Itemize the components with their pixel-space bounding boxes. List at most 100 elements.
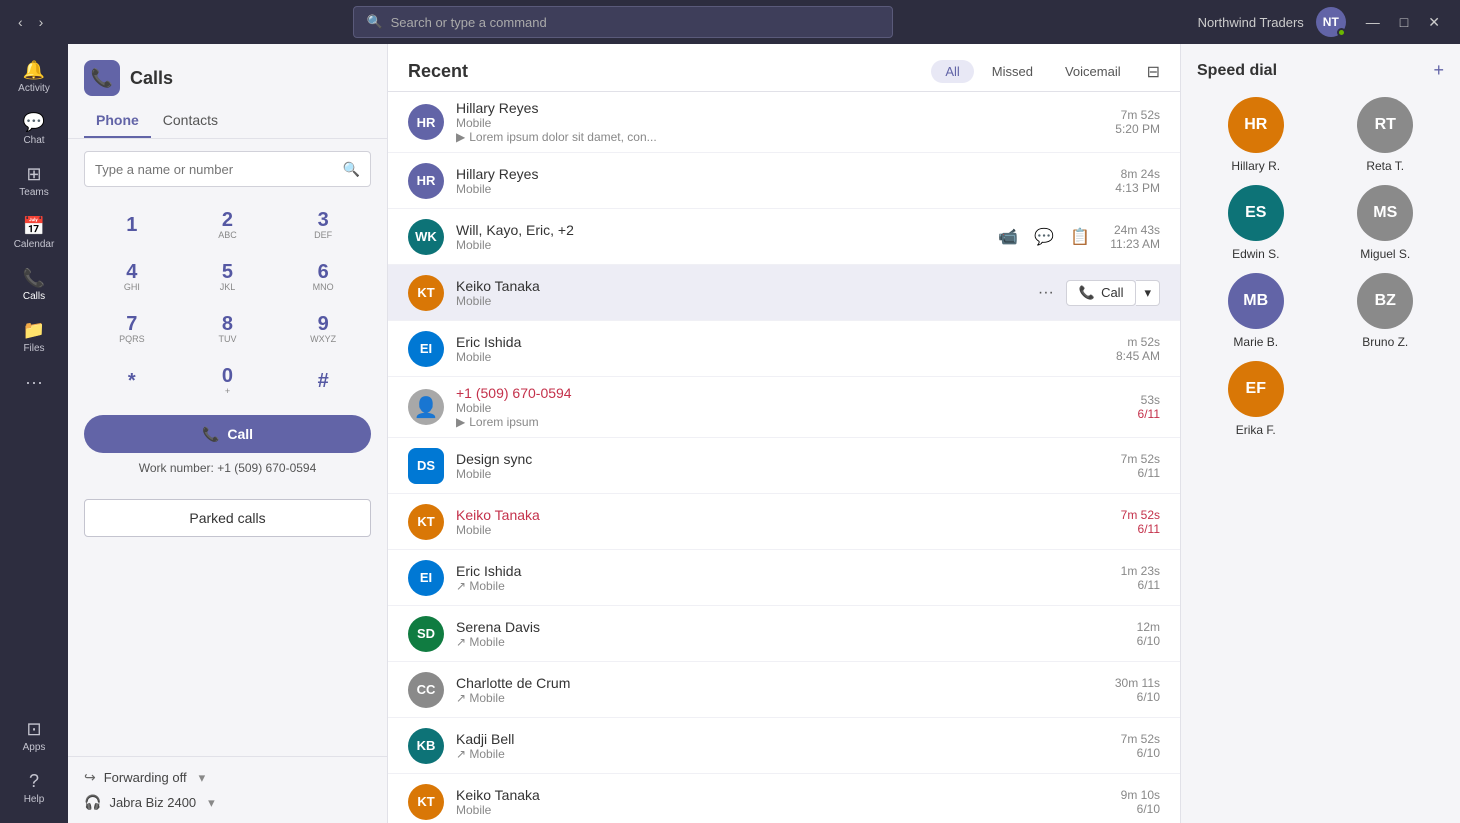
filter-missed[interactable]: Missed	[978, 60, 1047, 83]
filter-icon[interactable]: ⊟	[1147, 62, 1160, 82]
call-sub: Mobile	[456, 182, 1107, 196]
speed-dial-item-reta[interactable]: RT Reta T.	[1327, 97, 1445, 173]
call-row[interactable]: HR Hillary Reyes Mobile ▶ Lorem ipsum do…	[388, 92, 1180, 153]
dial-key-4[interactable]: 4GHI	[84, 251, 180, 303]
forwarding-row[interactable]: ↪ Forwarding off ▾	[84, 769, 371, 786]
filter-voicemail[interactable]: Voicemail	[1051, 60, 1135, 83]
voicemail-call-button[interactable]: 📋	[1066, 223, 1094, 251]
call-action-button[interactable]: 📞 Call	[1066, 280, 1137, 306]
call-row[interactable]: 👤 +1 (509) 670-0594 Mobile ▶ Lorem ipsum…	[388, 377, 1180, 438]
call-row[interactable]: KT Keiko Tanaka Mobile 9m 10s 6/10	[388, 774, 1180, 823]
speed-dial-title: Speed dial	[1197, 62, 1277, 80]
speed-dial-item-marie[interactable]: MB Marie B.	[1197, 273, 1315, 349]
minimize-button[interactable]: —	[1358, 12, 1388, 33]
avatar-kadji: KB	[408, 728, 444, 764]
dial-key-5[interactable]: 5JKL	[180, 251, 276, 303]
call-sub: Mobile	[456, 523, 1113, 537]
sidebar-item-teams[interactable]: ⊞ Teams	[4, 156, 64, 206]
sidebar-item-more[interactable]: ···	[4, 364, 64, 401]
call-duration: 12m	[1137, 620, 1160, 634]
call-preview-row: ▶ Lorem ipsum	[456, 415, 1130, 429]
speed-dial-header: Speed dial +	[1181, 44, 1460, 89]
dial-key-hash[interactable]: #	[275, 355, 371, 407]
help-icon: ?	[29, 771, 39, 792]
call-button[interactable]: 📞 Call	[84, 415, 371, 453]
tab-contacts[interactable]: Contacts	[151, 104, 230, 138]
call-duration: 1m 23s	[1121, 564, 1160, 578]
call-meta: 7m 52s 6/10	[1121, 732, 1160, 760]
keiko-actions: ··· 📞 Call ▾	[1030, 280, 1160, 306]
sidebar-item-activity[interactable]: 🔔 Activity	[4, 52, 64, 102]
call-info-hillary-1: Hillary Reyes Mobile ▶ Lorem ipsum dolor…	[456, 100, 1107, 144]
dial-key-1[interactable]: 1	[84, 199, 180, 251]
call-info-unknown: +1 (509) 670-0594 Mobile ▶ Lorem ipsum	[456, 385, 1130, 429]
speed-dial-item-hillary[interactable]: HR Hillary R.	[1197, 97, 1315, 173]
call-info-serena: Serena Davis ↗ Mobile	[456, 619, 1129, 649]
call-row[interactable]: HR Hillary Reyes Mobile 8m 24s 4:13 PM	[388, 153, 1180, 209]
apps-icon: ⊡	[26, 719, 41, 740]
app-body: 🔔 Activity 💬 Chat ⊞ Teams 📅 Calendar 📞 C…	[0, 44, 1460, 823]
sidebar-item-apps[interactable]: ⊡ Apps	[4, 711, 64, 761]
sd-avatar-edwin: ES	[1228, 185, 1284, 241]
more-options-button[interactable]: ···	[1030, 280, 1062, 306]
call-sub: Mobile	[456, 467, 1113, 481]
maximize-button[interactable]: □	[1392, 12, 1416, 33]
call-row[interactable]: DS Design sync Mobile 7m 52s 6/11	[388, 438, 1180, 494]
dial-key-3[interactable]: 3DEF	[275, 199, 371, 251]
dial-key-2[interactable]: 2ABC	[180, 199, 276, 251]
sidebar-item-files[interactable]: 📁 Files	[4, 312, 64, 362]
call-row[interactable]: SD Serena Davis ↗ Mobile 12m 6/10	[388, 606, 1180, 662]
call-name: Eric Ishida	[456, 334, 1108, 350]
dial-key-8[interactable]: 8TUV	[180, 303, 276, 355]
nav-back-button[interactable]: ‹	[12, 10, 29, 34]
speed-dial-item-edwin[interactable]: ES Edwin S.	[1197, 185, 1315, 261]
call-row[interactable]: WK Will, Kayo, Eric, +2 Mobile 📹 💬 📋 24m…	[388, 209, 1180, 265]
call-row[interactable]: CC Charlotte de Crum ↗ Mobile 30m 11s 6/…	[388, 662, 1180, 718]
speed-dial-item-erika[interactable]: EF Erika F.	[1197, 361, 1315, 437]
filter-all[interactable]: All	[931, 60, 973, 83]
chat-call-button[interactable]: 💬	[1030, 223, 1058, 251]
search-number-input[interactable]	[95, 162, 343, 177]
call-row[interactable]: KB Kadji Bell ↗ Mobile 7m 52s 6/10	[388, 718, 1180, 774]
call-row-keiko[interactable]: KT Keiko Tanaka Mobile ··· 📞 Call ▾	[388, 265, 1180, 321]
video-call-button[interactable]: 📹	[994, 223, 1022, 251]
avatar-group: WK	[408, 219, 444, 255]
search-bar[interactable]: 🔍	[353, 6, 893, 38]
tab-phone[interactable]: Phone	[84, 104, 151, 138]
call-sub: Mobile	[456, 294, 1030, 308]
sidebar-item-chat[interactable]: 💬 Chat	[4, 104, 64, 154]
dial-key-6[interactable]: 6MNO	[275, 251, 371, 303]
avatar-hillary-1: HR	[408, 104, 444, 140]
search-input[interactable]	[391, 15, 881, 30]
speed-dial-item-bruno[interactable]: BZ Bruno Z.	[1327, 273, 1445, 349]
call-row[interactable]: EI Eric Ishida ↗ Mobile 1m 23s 6/11	[388, 550, 1180, 606]
call-sub: Mobile	[456, 401, 1130, 415]
call-duration: 53s	[1141, 393, 1160, 407]
close-button[interactable]: ✕	[1420, 12, 1448, 33]
search-number-row[interactable]: 🔍	[84, 151, 371, 187]
call-row[interactable]: KT Keiko Tanaka Mobile 7m 52s 6/11	[388, 494, 1180, 550]
dial-key-0[interactable]: 0+	[180, 355, 276, 407]
dial-key-9[interactable]: 9WXYZ	[275, 303, 371, 355]
dial-key-7[interactable]: 7PQRS	[84, 303, 180, 355]
sidebar-item-help[interactable]: ? Help	[4, 763, 64, 813]
call-time: 6/11	[1138, 407, 1160, 421]
sd-avatar-erika: EF	[1228, 361, 1284, 417]
device-row[interactable]: 🎧 Jabra Biz 2400 ▾	[84, 794, 371, 811]
play-icon: ▶	[456, 130, 465, 144]
call-row[interactable]: EI Eric Ishida Mobile m 52s 8:45 AM	[388, 321, 1180, 377]
call-dropdown-button[interactable]: ▾	[1136, 280, 1160, 306]
sidebar-item-calls[interactable]: 📞 Calls	[4, 260, 64, 310]
sidebar-item-calendar[interactable]: 📅 Calendar	[4, 208, 64, 258]
speed-dial-item-miguel[interactable]: MS Miguel S.	[1327, 185, 1445, 261]
call-duration: 7m 52s	[1121, 732, 1160, 746]
parked-calls-button[interactable]: Parked calls	[84, 499, 371, 537]
nav-forward-button[interactable]: ›	[33, 10, 50, 34]
speed-dial-add-button[interactable]: +	[1433, 60, 1444, 81]
sidebar-label-chat: Chat	[23, 135, 44, 146]
dial-key-star[interactable]: *	[84, 355, 180, 407]
left-panel-header: 📞 Calls	[68, 44, 387, 104]
call-list: HR Hillary Reyes Mobile ▶ Lorem ipsum do…	[388, 92, 1180, 823]
user-avatar[interactable]: NT	[1316, 7, 1346, 37]
forwarding-icon: ↪	[84, 769, 96, 786]
